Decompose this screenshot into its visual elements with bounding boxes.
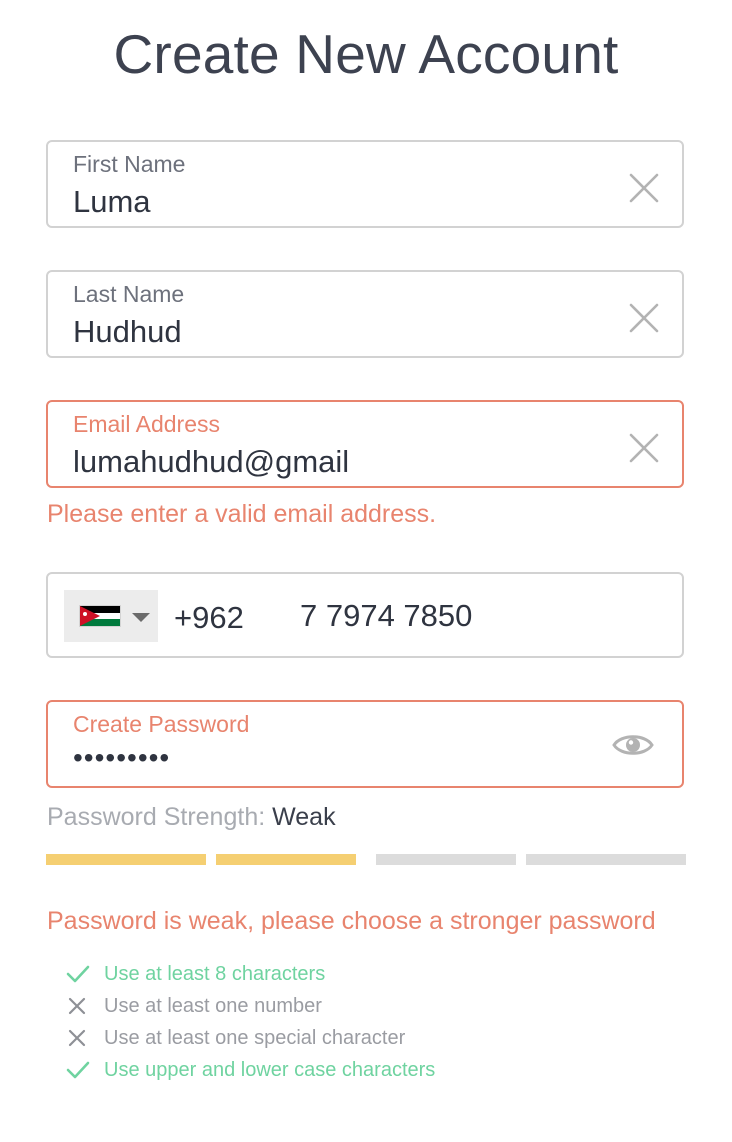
requirement-text: Use at least 8 characters [104, 962, 326, 985]
last-name-input[interactable]: Hudhud [73, 314, 182, 350]
x-icon [66, 1028, 104, 1048]
strength-value: Weak [272, 803, 336, 831]
x-icon [66, 996, 104, 1016]
check-icon [66, 964, 104, 984]
jordan-flag-icon [80, 606, 120, 626]
requirement-text: Use upper and lower case characters [104, 1058, 436, 1081]
strength-label: Password Strength: [47, 803, 266, 831]
email-error-message: Please enter a valid email address. [47, 500, 437, 528]
eye-icon[interactable] [612, 730, 654, 760]
first-name-field[interactable]: First Name Luma [46, 140, 684, 228]
requirement-item: Use at least one number [66, 990, 435, 1022]
password-input[interactable]: ••••••••• [73, 742, 170, 774]
password-error-message: Password is weak, please choose a strong… [47, 907, 656, 935]
clear-last-name-icon[interactable] [628, 302, 660, 334]
requirement-item: Use at least 8 characters [66, 958, 435, 990]
password-field[interactable]: Create Password ••••••••• [46, 700, 684, 788]
requirement-text: Use at least one number [104, 994, 322, 1017]
chevron-down-icon [132, 613, 150, 622]
requirement-text: Use at least one special character [104, 1026, 406, 1049]
email-field[interactable]: Email Address lumahudhud@gmail [46, 400, 684, 488]
email-input[interactable]: lumahudhud@gmail [73, 444, 349, 480]
strength-segment [526, 854, 686, 865]
requirement-item: Use upper and lower case characters [66, 1054, 435, 1086]
password-label: Create Password [73, 711, 250, 737]
clear-first-name-icon[interactable] [628, 172, 660, 204]
dial-code: +962 [174, 600, 244, 635]
first-name-label: First Name [73, 151, 186, 177]
strength-segment [216, 854, 356, 865]
country-code-select[interactable] [64, 590, 158, 642]
password-strength: Password Strength: Weak [47, 803, 336, 832]
last-name-field[interactable]: Last Name Hudhud [46, 270, 684, 358]
email-label: Email Address [73, 411, 221, 437]
check-icon [66, 1060, 104, 1080]
strength-segment [376, 854, 516, 865]
last-name-label: Last Name [73, 281, 185, 307]
clear-email-icon[interactable] [628, 432, 660, 464]
password-requirements: Use at least 8 characters Use at least on… [66, 958, 435, 1086]
phone-number-input[interactable]: 7 7974 7850 [300, 598, 472, 634]
first-name-input[interactable]: Luma [73, 184, 151, 220]
requirement-item: Use at least one special character [66, 1022, 435, 1054]
strength-segment [46, 854, 206, 865]
phone-field[interactable]: +962 7 7974 7850 [46, 572, 684, 658]
page-title: Create New Account [113, 23, 619, 85]
